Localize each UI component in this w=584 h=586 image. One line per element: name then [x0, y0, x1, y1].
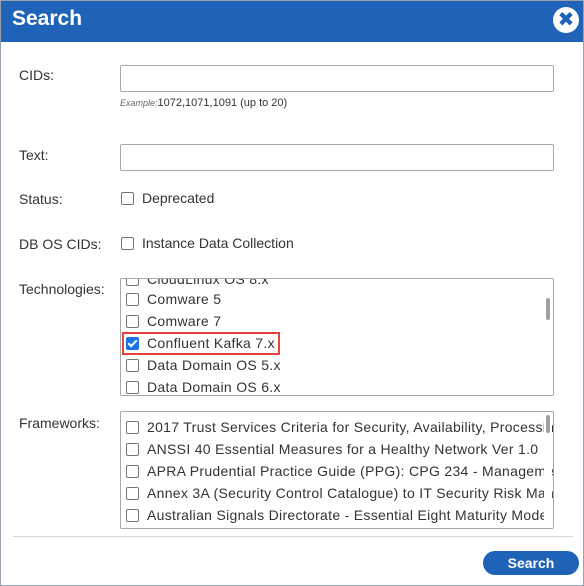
framework-item[interactable]: 2017 Trust Services Criteria for Securit… — [126, 417, 554, 437]
cids-hint: Example:1072,1071,1091 (up to 20) — [120, 97, 287, 109]
search-dialog: Search ✖ CIDs: Example:1072,1071,1091 (u… — [0, 0, 584, 586]
framework-checkbox[interactable] — [126, 486, 139, 500]
technologies-scrollbar[interactable] — [544, 280, 552, 394]
technology-checkbox[interactable] — [126, 358, 139, 372]
instance-data-collection-label: Instance Data Collection — [142, 235, 294, 251]
framework-checkbox[interactable] — [126, 442, 139, 456]
frameworks-scrollbar-thumb[interactable] — [546, 415, 550, 433]
instance-data-collection-checkbox[interactable] — [121, 236, 134, 250]
deprecated-checkbox-row[interactable]: Deprecated — [121, 190, 214, 206]
framework-checkbox[interactable] — [126, 464, 139, 478]
framework-item[interactable]: APRA Prudential Practice Guide (PPG): CP… — [126, 461, 554, 481]
status-label: Status: — [19, 191, 63, 207]
dialog-title: Search — [12, 7, 83, 30]
deprecated-checkbox-label: Deprecated — [142, 190, 215, 206]
framework-item[interactable]: ANSSI 40 Essential Measures for a Health… — [126, 439, 538, 459]
technologies-scrollbar-thumb[interactable] — [546, 298, 550, 320]
close-button[interactable]: ✖ — [553, 7, 579, 33]
instance-data-collection-row[interactable]: Instance Data Collection — [121, 235, 294, 251]
framework-checkbox[interactable] — [126, 420, 139, 434]
technology-checkbox[interactable] — [126, 380, 139, 394]
search-button[interactable]: Search — [483, 551, 579, 575]
technology-checkbox[interactable] — [126, 279, 139, 286]
technology-item[interactable]: CloudLinux OS 8.x — [126, 278, 269, 289]
framework-label: APRA Prudential Practice Guide (PPG): CP… — [147, 463, 554, 479]
selection-highlight-box — [122, 332, 280, 355]
frameworks-label: Frameworks: — [19, 415, 100, 431]
technology-label: CloudLinux OS 8.x — [147, 278, 269, 287]
technology-item[interactable]: Comware 5 — [126, 289, 221, 309]
technology-item[interactable]: Comware 7 — [126, 311, 221, 331]
framework-label: ANSSI 40 Essential Measures for a Health… — [147, 441, 539, 457]
deprecated-checkbox[interactable] — [121, 191, 134, 205]
technology-label: Comware 5 — [147, 291, 222, 307]
framework-checkbox[interactable] — [126, 508, 139, 522]
technology-checkbox[interactable] — [126, 314, 139, 328]
technology-item[interactable]: Data Domain OS 6.x — [126, 377, 281, 395]
cids-hint-prefix: Example: — [120, 98, 158, 108]
framework-item[interactable]: Australian Signals Directorate - Essenti… — [126, 505, 551, 525]
technology-label: Data Domain OS 6.x — [147, 379, 281, 395]
technologies-label: Technologies: — [19, 281, 105, 297]
text-label: Text: — [19, 147, 49, 163]
cids-label: CIDs: — [19, 67, 54, 83]
frameworks-scrollbar[interactable] — [544, 413, 552, 527]
db-os-cids-label: DB OS CIDs: — [19, 236, 102, 252]
frameworks-listbox[interactable]: 2017 Trust Services Criteria for Securit… — [120, 411, 554, 529]
footer-divider — [13, 536, 573, 537]
framework-label: Annex 3A (Security Control Catalogue) to… — [147, 485, 554, 501]
text-input[interactable] — [120, 144, 554, 171]
close-icon: ✖ — [557, 8, 575, 31]
framework-item[interactable]: Annex 3A (Security Control Catalogue) to… — [126, 483, 554, 503]
technology-checkbox[interactable] — [126, 292, 139, 306]
framework-label: 2017 Trust Services Criteria for Securit… — [147, 419, 554, 435]
framework-label: Australian Signals Directorate - Essenti… — [147, 507, 552, 523]
technology-item[interactable]: Data Domain OS 5.x — [126, 355, 281, 375]
technology-label: Comware 7 — [147, 313, 222, 329]
cids-hint-text: 1072,1071,1091 (up to 20) — [157, 97, 288, 109]
cids-input[interactable] — [120, 65, 554, 92]
technology-label: Data Domain OS 5.x — [147, 357, 281, 373]
dialog-titlebar: Search ✖ — [1, 1, 583, 42]
